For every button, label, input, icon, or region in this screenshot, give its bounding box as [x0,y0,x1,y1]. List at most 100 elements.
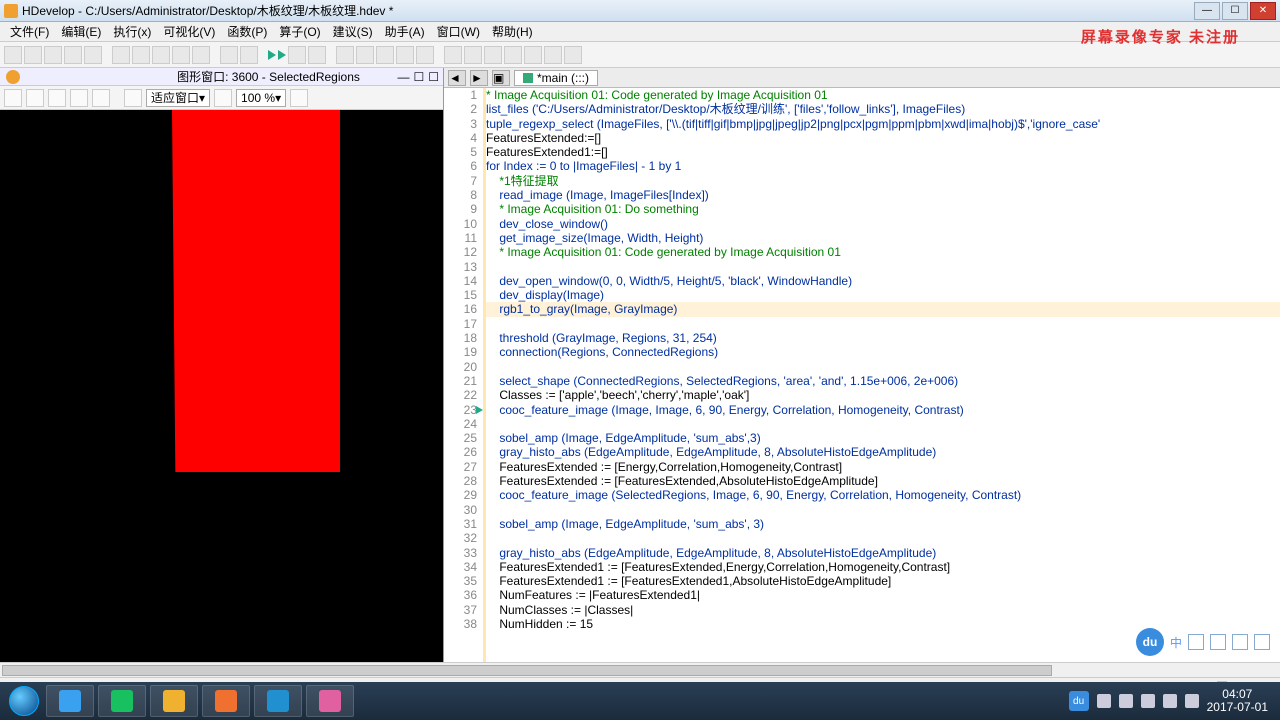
code-line[interactable] [486,417,1280,431]
taskbar-app[interactable] [46,685,94,717]
code-line[interactable]: FeaturesExtended := [FeaturesExtended,Ab… [486,474,1280,488]
code-line[interactable]: read_image (Image, ImageFiles[Index]) [486,188,1280,202]
code-line[interactable] [486,531,1280,545]
menu-item[interactable]: 算子(O) [273,23,326,40]
code-line[interactable]: sobel_amp (Image, EdgeAmplitude, 'sum_ab… [486,517,1280,531]
zoom-combo[interactable]: 100 % ▾ [236,89,286,107]
code-line[interactable] [486,360,1280,374]
code-line[interactable]: * Image Acquisition 01: Code generated b… [486,88,1280,102]
code-line[interactable]: list_files ('C:/Users/Administrator/Desk… [486,102,1280,116]
nav-back-icon[interactable]: ◄ [448,70,466,86]
code-line[interactable]: *1特征提取 [486,174,1280,188]
code-line[interactable]: dev_close_window() [486,217,1280,231]
horizontal-scrollbar[interactable] [0,662,1280,677]
paste-icon[interactable] [152,46,170,64]
code-line[interactable] [486,317,1280,331]
step-icon[interactable] [278,50,286,60]
code-line[interactable]: * Image Acquisition 01: Code generated b… [486,245,1280,259]
refresh-icon[interactable] [416,46,434,64]
taskbar-app[interactable] [98,685,146,717]
code-line[interactable]: cooc_feature_image (SelectedRegions, Ima… [486,488,1280,502]
code-line[interactable]: select_shape (ConnectedRegions, Selected… [486,374,1280,388]
run-icon[interactable] [268,50,276,60]
menu-item[interactable]: 编辑(E) [55,23,107,40]
editor-tab-main[interactable]: *main (:::) [514,70,598,86]
code-line[interactable]: get_image_size(Image, Width, Height) [486,231,1280,245]
hand-icon[interactable] [48,89,66,107]
asst5-icon[interactable] [524,46,542,64]
select-icon[interactable] [26,89,44,107]
print-icon[interactable] [84,46,102,64]
gw-min-icon[interactable]: — [397,70,409,84]
redo-icon[interactable] [192,46,210,64]
zoom2-icon[interactable] [92,89,110,107]
menu-item[interactable]: 建议(S) [327,23,379,40]
img2-icon[interactable] [214,89,232,107]
code-editor[interactable]: 1234567891011121314151617181920212223242… [444,88,1280,662]
bf-btn2[interactable] [1210,634,1226,650]
menu-item[interactable]: 助手(A) [379,23,431,40]
nav-fwd-icon[interactable]: ► [470,70,488,86]
clock[interactable]: 04:072017-07-01 [1207,688,1268,714]
baidu-float-widget[interactable]: du 中 [1132,624,1274,660]
minimize-button[interactable]: — [1194,2,1220,20]
code-line[interactable]: rgb1_to_gray(Image, GrayImage) [486,302,1280,316]
gw-max-icon[interactable]: ☐ [413,70,424,84]
close-button[interactable]: ✕ [1250,2,1276,20]
baidu-tray-icon[interactable]: du [1069,691,1089,711]
stop-icon[interactable] [336,46,354,64]
graphics-canvas[interactable] [0,110,443,662]
code-line[interactable]: FeaturesExtended := [Energy,Correlation,… [486,460,1280,474]
open-icon[interactable] [24,46,42,64]
code-line[interactable]: threshold (GrayImage, Regions, 31, 254) [486,331,1280,345]
find2-icon[interactable] [240,46,258,64]
menu-item[interactable]: 执行(x) [107,23,157,40]
tray-icon[interactable] [1119,694,1133,708]
zoom-icon[interactable] [70,89,88,107]
code-line[interactable]: Classes := ['apple','beech','cherry','ma… [486,388,1280,402]
step-over-icon[interactable] [288,46,306,64]
undo-icon[interactable] [172,46,190,64]
asst6-icon[interactable] [544,46,562,64]
taskbar-app[interactable] [150,685,198,717]
code-line[interactable]: FeaturesExtended:=[] [486,131,1280,145]
reset-icon[interactable] [356,46,374,64]
bp-icon[interactable] [376,46,394,64]
taskbar-app[interactable] [306,685,354,717]
nav-book-icon[interactable]: ▣ [492,70,510,86]
menu-item[interactable]: 可视化(V) [157,23,221,40]
taskbar-app[interactable] [202,685,250,717]
code-line[interactable]: tuple_regexp_select (ImageFiles, ['\\.(t… [486,117,1280,131]
code-line[interactable]: cooc_feature_image (Image, Image, 6, 90,… [486,403,1280,417]
code-line[interactable]: gray_histo_abs (EdgeAmplitude, EdgeAmpli… [486,445,1280,459]
menu-item[interactable]: 帮助(H) [486,23,539,40]
code-line[interactable]: NumClasses := |Classes| [486,603,1280,617]
asst4-icon[interactable] [504,46,522,64]
code-line[interactable]: FeaturesExtended1 := [FeaturesExtended,E… [486,560,1280,574]
new-icon[interactable] [4,46,22,64]
code-line[interactable]: FeaturesExtended1 := [FeaturesExtended1,… [486,574,1280,588]
start-button[interactable] [4,682,44,720]
maximize-button[interactable]: ☐ [1222,2,1248,20]
asst2-icon[interactable] [464,46,482,64]
code-line[interactable]: * Image Acquisition 01: Do something [486,202,1280,216]
code-line[interactable]: dev_display(Image) [486,288,1280,302]
asst1-icon[interactable] [444,46,462,64]
save-icon[interactable] [44,46,62,64]
bf-btn1[interactable] [1188,634,1204,650]
bf-btn3[interactable] [1232,634,1248,650]
menu-item[interactable]: 文件(F) [4,23,55,40]
step-out-icon[interactable] [308,46,326,64]
cut-icon[interactable] [112,46,130,64]
code-line[interactable] [486,260,1280,274]
code-line[interactable]: dev_open_window(0, 0, Width/5, Height/5,… [486,274,1280,288]
code-line[interactable]: NumFeatures := |FeaturesExtended1| [486,588,1280,602]
bf-btn4[interactable] [1254,634,1270,650]
volume-icon[interactable] [1163,694,1177,708]
gw-close-icon[interactable]: ☐ [428,70,439,84]
code-line[interactable]: connection(Regions, ConnectedRegions) [486,345,1280,359]
asst3-icon[interactable] [484,46,502,64]
taskbar-app[interactable] [254,685,302,717]
code-line[interactable]: sobel_amp (Image, EdgeAmplitude, 'sum_ab… [486,431,1280,445]
code-line[interactable]: FeaturesExtended1:=[] [486,145,1280,159]
